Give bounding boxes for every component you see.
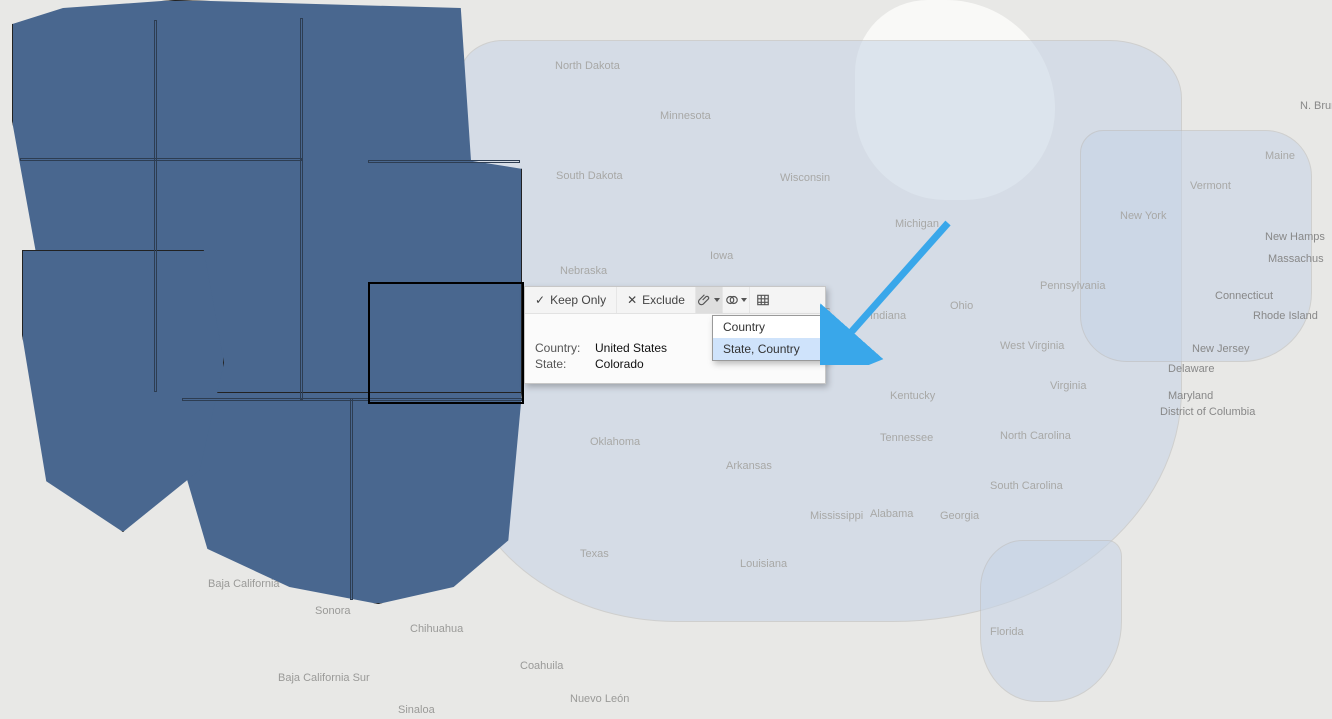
keep-only-button[interactable]: ✓ Keep Only — [525, 287, 617, 313]
state-border — [154, 20, 157, 392]
label-delaware: Delaware — [1168, 363, 1214, 375]
label-n-brun: N. Brun — [1300, 100, 1332, 112]
exclude-label: Exclude — [642, 293, 685, 307]
create-set-button[interactable] — [723, 287, 750, 313]
tooltip-state-label: State: — [535, 357, 589, 371]
label-rhode-island: Rhode Island — [1253, 310, 1318, 322]
dropdown-item-country[interactable]: Country — [713, 316, 829, 338]
tooltip-country-value: United States — [595, 341, 667, 355]
check-icon: ✓ — [535, 293, 545, 307]
dropdown-item-state-country[interactable]: State, Country — [713, 338, 829, 360]
label-connecticut: Connecticut — [1215, 290, 1273, 302]
tooltip-country-label: Country: — [535, 341, 589, 355]
label-maryland: Maryland — [1168, 390, 1213, 402]
view-data-button[interactable] — [750, 287, 776, 313]
label-new-jersey: New Jersey — [1192, 343, 1249, 355]
state-border — [20, 158, 302, 161]
map-canvas[interactable]: North Dakota South Dakota Minnesota Wisc… — [0, 0, 1332, 719]
group-by-dropdown[interactable]: Country State, Country — [712, 315, 830, 361]
us-northeast[interactable] — [1080, 130, 1312, 362]
exclude-button[interactable]: ✕ Exclude — [617, 287, 696, 313]
state-border — [300, 18, 303, 400]
tooltip-toolbar: ✓ Keep Only ✕ Exclude — [525, 287, 825, 314]
tooltip-state-value: Colorado — [595, 357, 644, 371]
paperclip-icon — [698, 293, 712, 307]
chevron-down-icon — [741, 298, 747, 302]
us-florida[interactable] — [980, 540, 1122, 702]
grid-icon — [756, 293, 770, 307]
label-district-of-columbia: District of Columbia — [1160, 406, 1240, 418]
colorado-outline[interactable] — [368, 282, 524, 404]
close-icon: ✕ — [627, 293, 637, 307]
state-border — [368, 160, 520, 163]
chevron-down-icon — [714, 298, 720, 302]
venn-icon — [725, 293, 739, 307]
label-massachus: Massachus — [1268, 253, 1324, 265]
group-members-button[interactable] — [696, 287, 723, 313]
label-new-hamps: New Hamps — [1265, 231, 1325, 243]
keep-only-label: Keep Only — [550, 293, 606, 307]
state-border — [350, 398, 353, 600]
